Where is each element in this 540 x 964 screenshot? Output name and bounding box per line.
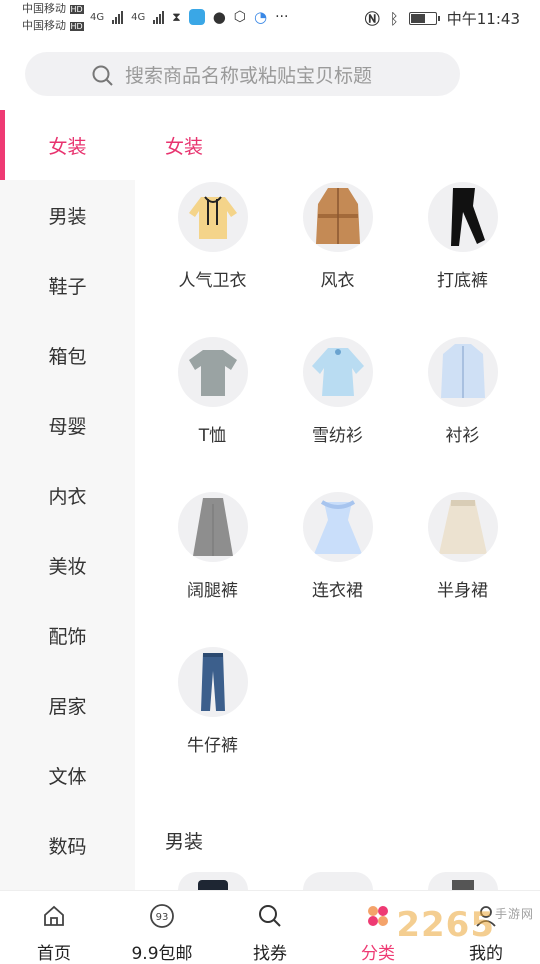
shirt-image <box>427 337 498 407</box>
category-item-label: 牛仔裤 <box>187 736 238 756</box>
category-item-label: 打底裤 <box>437 271 488 291</box>
category-item[interactable]: 半身裙 <box>400 492 525 647</box>
mens-item-thumb[interactable] <box>303 872 373 890</box>
category-item-label: 衬衫 <box>445 426 480 446</box>
tab-label: 9.9包邮 <box>131 944 193 964</box>
hourglass-icon: ⧗ <box>172 9 181 24</box>
tab-label: 分类 <box>361 944 395 964</box>
wide-leg-pants-image <box>177 492 248 562</box>
category-item-label: 人气卫衣 <box>178 271 247 291</box>
clock: 中午11:43 <box>446 10 520 28</box>
chiffon-shirt-image <box>302 337 373 407</box>
search-icon <box>257 903 283 933</box>
status-bar: 中国移动 HD 中国移动 HD 4G 4G ⧗ ● ⬡ ◔ ··· Ⓝ ᛒ 中午… <box>0 0 540 36</box>
carrier-2: 中国移动 HD <box>22 19 84 32</box>
category-item-label: 连衣裙 <box>312 581 363 601</box>
sidebar-item[interactable]: 母婴 <box>0 390 135 460</box>
home-icon <box>41 903 67 933</box>
sidebar-item[interactable]: 男装 <box>0 180 135 250</box>
tab-label: 找券 <box>253 944 287 964</box>
status-icons: 4G 4G ⧗ ● ⬡ ◔ ··· <box>90 8 288 26</box>
dress-image <box>302 492 373 562</box>
chat-bubble-icon: ● <box>212 8 226 26</box>
tab-item[interactable]: 首页 <box>0 891 108 964</box>
category-item[interactable]: 风衣 <box>275 182 400 337</box>
trench-coat-image <box>302 182 373 252</box>
search-placeholder: 搜索商品名称或粘贴宝贝标题 <box>125 64 373 87</box>
app-icon: ⬡ <box>233 9 247 25</box>
category-item[interactable]: T恤 <box>150 337 275 492</box>
more-icon: ··· <box>275 9 289 25</box>
category-item-label: 半身裙 <box>437 581 488 601</box>
category-item[interactable]: 衬衫 <box>400 337 525 492</box>
sidebar-item[interactable]: 女装 <box>0 110 135 180</box>
jeans-image <box>177 647 248 717</box>
battery-icon <box>408 12 440 25</box>
signal-icon <box>112 10 124 24</box>
leggings-image <box>427 182 498 252</box>
category-item[interactable]: 阔腿裤 <box>150 492 275 647</box>
category-item[interactable]: 人气卫衣 <box>150 182 275 337</box>
sidebar-item[interactable]: 美妆 <box>0 530 135 600</box>
category-item[interactable]: 连衣裙 <box>275 492 400 647</box>
sidebar-item[interactable]: 数码 <box>0 810 135 880</box>
category-icon <box>365 903 391 933</box>
watermark: 2265手游网 <box>396 905 534 945</box>
nfc-icon: Ⓝ <box>364 10 380 28</box>
hoodie-image <box>177 182 248 252</box>
skirt-image <box>427 492 498 562</box>
category-item-label: 风衣 <box>320 271 355 291</box>
signal-icon <box>153 10 165 24</box>
status-right: Ⓝ ᛒ 中午11:43 <box>365 8 520 29</box>
carrier-1: 中国移动 HD <box>22 2 84 15</box>
svg-text:93: 93 <box>156 912 169 923</box>
category-item-label: 雪纺衫 <box>312 426 363 446</box>
category-item-label: T恤 <box>198 426 227 446</box>
sidebar-item[interactable]: 配饰 <box>0 600 135 670</box>
womens-category-grid: 人气卫衣 风衣 打底裤 T恤 雪纺衫 衬衫阔腿裤 连衣裙 半身裙牛仔裤 <box>150 182 525 802</box>
category-item-label: 阔腿裤 <box>187 581 238 601</box>
app-notification-icon <box>188 9 205 25</box>
sidebar-item[interactable]: 鞋子 <box>0 250 135 320</box>
sidebar-item[interactable]: 居家 <box>0 670 135 740</box>
section-title-womens: 女装 <box>165 136 204 158</box>
category-sidebar: 女装 男装 鞋子 箱包 母婴 内衣 美妆 配饰 居家 文体 数码 <box>0 110 135 890</box>
network-type-1: 4G <box>90 11 105 23</box>
search-icon <box>91 64 115 92</box>
tab-item[interactable]: 找券 <box>216 891 324 964</box>
category-item[interactable]: 牛仔裤 <box>150 647 275 802</box>
tab-label: 首页 <box>37 944 71 964</box>
tab-item[interactable]: 93 9.9包邮 <box>108 891 216 964</box>
tshirt-image <box>177 337 248 407</box>
coupon-99-icon: 93 <box>149 903 175 933</box>
mens-item-thumb[interactable] <box>178 872 248 890</box>
section-title-mens: 男装 <box>165 831 204 853</box>
sidebar-item[interactable]: 文体 <box>0 740 135 810</box>
category-item[interactable]: 雪纺衫 <box>275 337 400 492</box>
sidebar-item[interactable]: 内衣 <box>0 460 135 530</box>
category-item[interactable]: 打底裤 <box>400 182 525 337</box>
browser-icon: ◔ <box>254 8 268 26</box>
network-type-2: 4G <box>131 11 146 23</box>
bluetooth-icon: ᛒ <box>389 9 399 28</box>
sidebar-item[interactable]: 箱包 <box>0 320 135 390</box>
mens-item-thumb[interactable] <box>428 872 498 890</box>
search-bar[interactable]: 搜索商品名称或粘贴宝贝标题 <box>25 52 460 96</box>
